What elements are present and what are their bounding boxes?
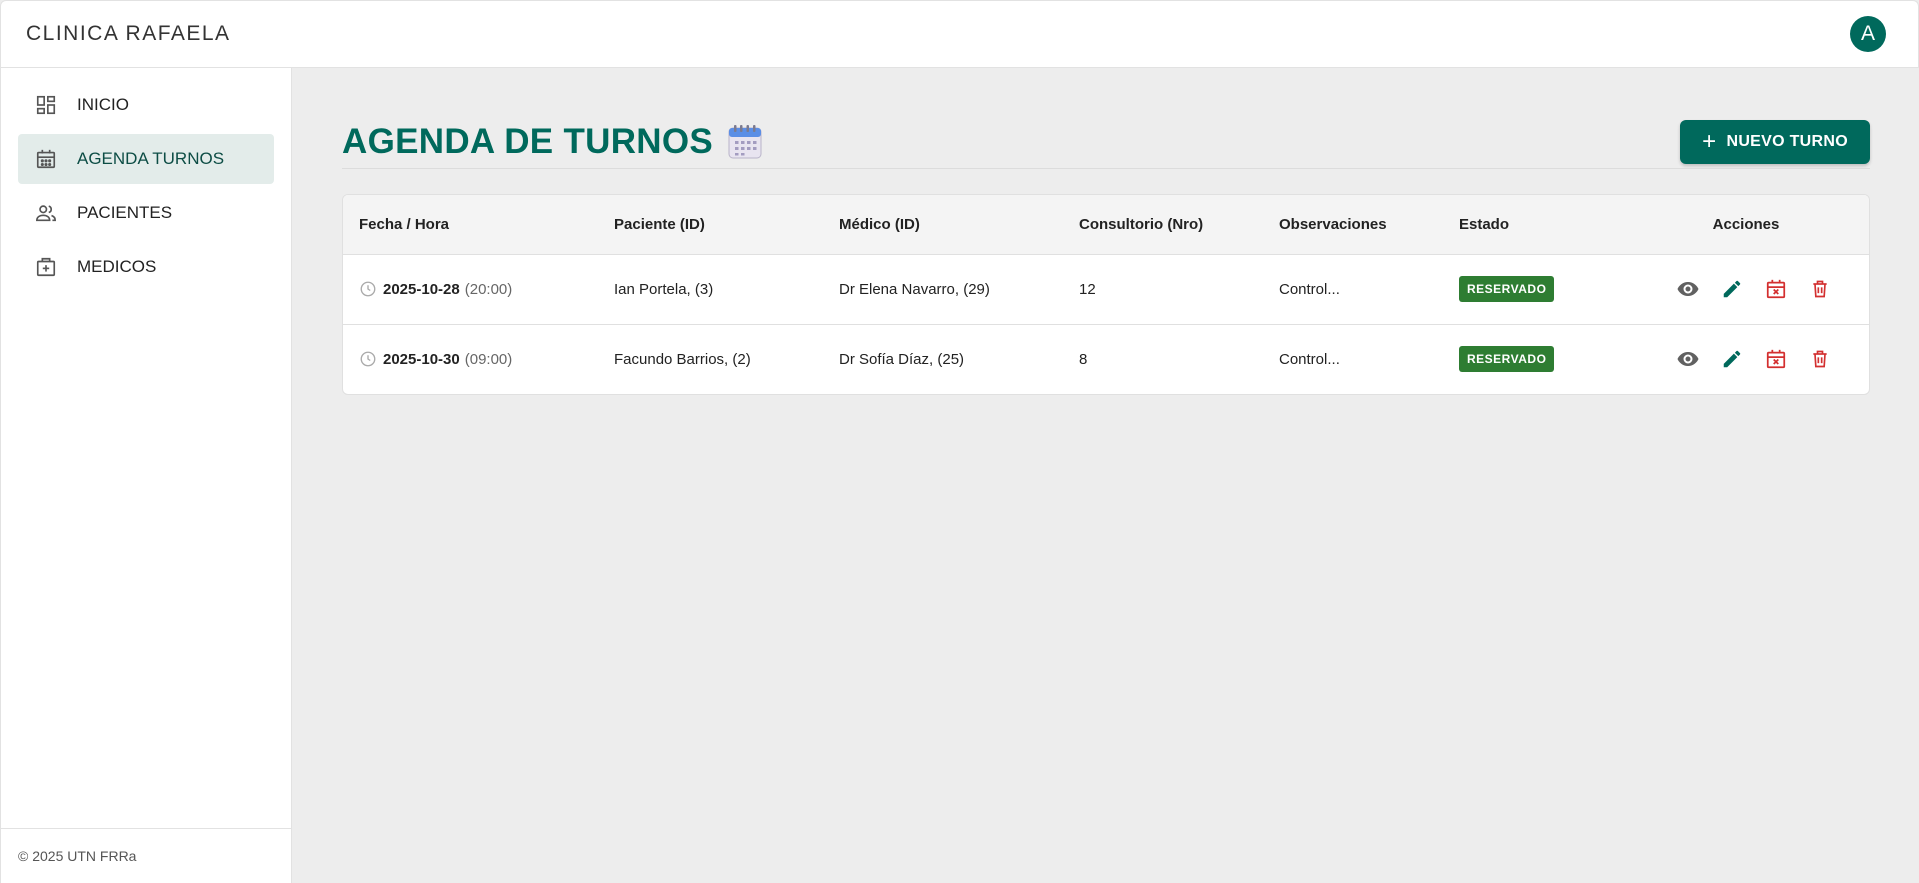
medico-cell: Dr Sofía Díaz, (25) [839,350,965,368]
sidebar-item-inicio[interactable]: INICIO [18,80,274,130]
paciente-cell: Facundo Barrios, (2) [614,350,751,368]
delete-icon[interactable] [1807,346,1833,372]
column-header-consultorio[interactable]: Consultorio (Nro) [1063,195,1263,254]
paciente-cell: Ian Portela, (3) [614,280,714,298]
main-content: AGENDA DE TURNOS + NUEVO TURNO Fecha / H… [292,68,1919,883]
status-badge: RESERVADO [1459,346,1555,373]
column-header-medico[interactable]: Médico (ID) [823,195,1063,254]
sidebar-item-pacientes[interactable]: PACIENTES [18,188,274,238]
calendar-icon [34,147,58,171]
title-wrap: AGENDA DE TURNOS [342,122,763,162]
row-actions [1639,346,1869,372]
sidebar-item-label: AGENDA TURNOS [77,149,225,168]
dashboard-icon [34,93,58,117]
page-header: AGENDA DE TURNOS + NUEVO TURNO [342,116,1870,168]
clock-icon [359,350,377,368]
column-header-fecha[interactable]: Fecha / Hora [343,195,598,254]
sidebar-item-label: MEDICOS [77,257,157,276]
sidebar: INICIO AGENDA TURNOS PACIENTES MEDICOS ©… [0,68,292,883]
column-header-estado[interactable]: Estado [1443,195,1623,254]
consultorio-cell: 12 [1079,280,1096,298]
column-header-paciente[interactable]: Paciente (ID) [598,195,823,254]
view-icon[interactable] [1675,276,1701,302]
sidebar-item-agenda-turnos[interactable]: AGENDA TURNOS [18,134,274,184]
appointment-time: (09:00) [464,350,513,368]
appointment-date: 2025-10-28 [383,280,460,298]
user-avatar[interactable]: A [1850,16,1886,52]
observaciones-cell: Control... [1279,350,1340,368]
sidebar-footer: © 2025 UTN FRRa [1,828,291,883]
view-icon[interactable] [1675,346,1701,372]
turnos-table: Fecha / Hora Paciente (ID) Médico (ID) C… [343,195,1869,394]
top-app-bar: CLINICA RAFAELA A [0,0,1919,68]
people-icon [34,201,58,225]
cancel-appointment-icon[interactable] [1763,276,1789,302]
delete-icon[interactable] [1807,276,1833,302]
medico-cell: Dr Elena Navarro, (29) [839,280,990,298]
column-header-acciones: Acciones [1712,215,1780,233]
status-badge: RESERVADO [1459,276,1555,302]
table-header-row: Fecha / Hora Paciente (ID) Médico (ID) C… [343,195,1869,254]
app-brand: CLINICA RAFAELA [26,22,231,45]
turnos-table-card: Fecha / Hora Paciente (ID) Médico (ID) C… [342,194,1870,395]
column-header-observaciones[interactable]: Observaciones [1263,195,1443,254]
sidebar-item-label: PACIENTES [77,203,173,222]
row-actions [1639,276,1869,302]
sidebar-item-medicos[interactable]: MEDICOS [18,242,274,292]
appointment-time: (20:00) [464,280,513,298]
datetime-cell: 2025-10-30 (09:00) [359,350,598,368]
page-title: AGENDA DE TURNOS [342,122,714,161]
medical-bag-icon [34,255,58,279]
table-row[interactable]: 2025-10-28 (20:00) Ian Portela, (3) Dr E… [343,254,1869,324]
edit-icon[interactable] [1719,276,1745,302]
table-row[interactable]: 2025-10-30 (09:00) Facundo Barrios, (2) … [343,324,1869,394]
clock-icon [359,280,377,298]
calendar-emoji-icon [727,124,763,160]
sidebar-nav: INICIO AGENDA TURNOS PACIENTES MEDICOS [1,68,291,292]
datetime-cell: 2025-10-28 (20:00) [359,280,598,298]
appointment-date: 2025-10-30 [383,350,460,368]
header-divider [342,168,1870,169]
new-turno-button[interactable]: + NUEVO TURNO [1680,120,1870,164]
plus-icon: + [1702,128,1717,155]
cancel-appointment-icon[interactable] [1763,346,1789,372]
edit-icon[interactable] [1719,346,1745,372]
observaciones-cell: Control... [1279,280,1340,298]
new-turno-label: NUEVO TURNO [1726,133,1848,150]
sidebar-item-label: INICIO [77,95,129,114]
consultorio-cell: 8 [1079,350,1088,368]
